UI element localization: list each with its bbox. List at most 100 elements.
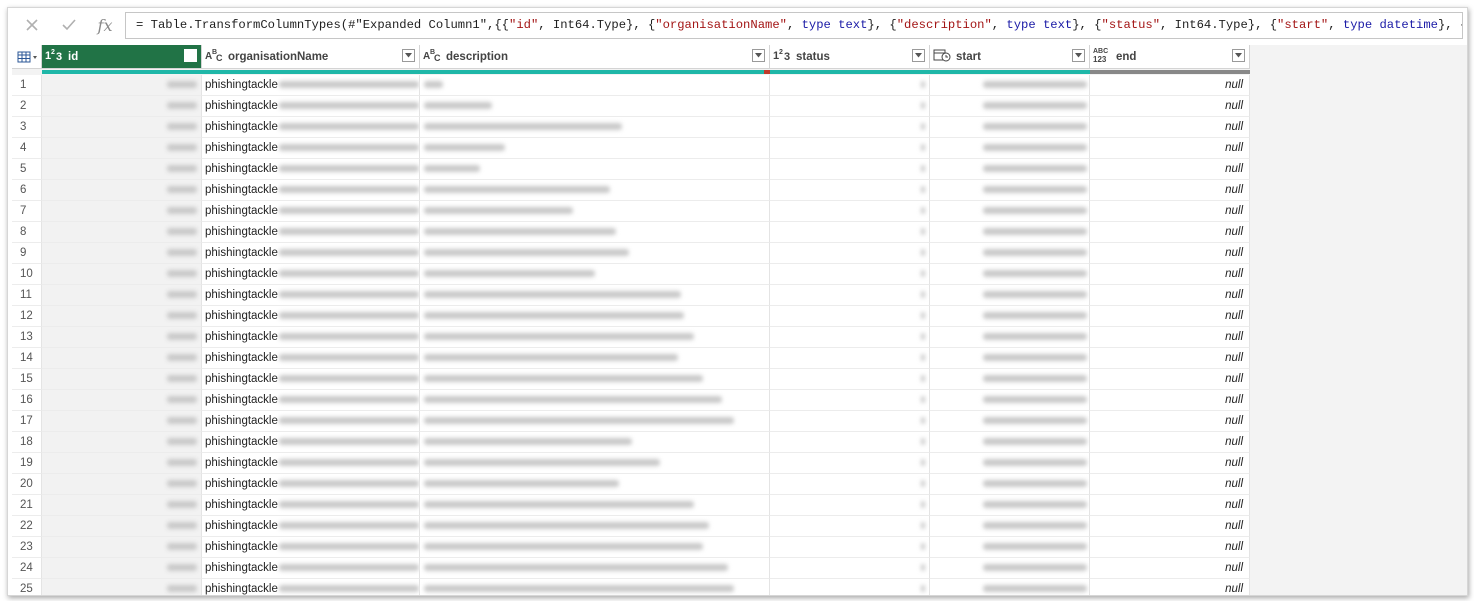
cell-status[interactable]	[770, 96, 930, 117]
cell-end[interactable]: null	[1090, 285, 1250, 306]
cell-status[interactable]	[770, 222, 930, 243]
cell-organisation-name[interactable]: phishingtackle	[202, 369, 420, 390]
cell-status[interactable]	[770, 327, 930, 348]
cell-end[interactable]: null	[1090, 96, 1250, 117]
cell-status[interactable]	[770, 159, 930, 180]
cell-status[interactable]	[770, 516, 930, 537]
cell-id[interactable]	[42, 75, 202, 96]
cell-description[interactable]	[420, 453, 770, 474]
cell-description[interactable]	[420, 222, 770, 243]
cell-organisation-name[interactable]: phishingtackle	[202, 327, 420, 348]
cell-status[interactable]	[770, 201, 930, 222]
cell-organisation-name[interactable]: phishingtackle	[202, 285, 420, 306]
cell-id[interactable]	[42, 579, 202, 595]
cell-id[interactable]	[42, 222, 202, 243]
filter-dropdown-icon[interactable]	[912, 49, 925, 62]
row-number[interactable]: 25	[12, 579, 42, 595]
column-header-id[interactable]: 1 2 3 id	[42, 45, 202, 69]
cell-id[interactable]	[42, 474, 202, 495]
cell-start[interactable]	[930, 327, 1090, 348]
cell-end[interactable]: null	[1090, 159, 1250, 180]
filter-dropdown-icon[interactable]	[402, 49, 415, 62]
cell-end[interactable]: null	[1090, 327, 1250, 348]
cell-start[interactable]	[930, 243, 1090, 264]
cell-organisation-name[interactable]: phishingtackle	[202, 558, 420, 579]
row-number[interactable]: 13	[12, 327, 42, 348]
cell-id[interactable]	[42, 432, 202, 453]
cell-description[interactable]	[420, 411, 770, 432]
cell-end[interactable]: null	[1090, 453, 1250, 474]
cell-id[interactable]	[42, 369, 202, 390]
row-number[interactable]: 24	[12, 558, 42, 579]
cell-id[interactable]	[42, 243, 202, 264]
cell-id[interactable]	[42, 138, 202, 159]
formula-input[interactable]: = Table.TransformColumnTypes(#"Expanded …	[125, 12, 1463, 39]
cell-description[interactable]	[420, 138, 770, 159]
cell-status[interactable]	[770, 285, 930, 306]
cell-description[interactable]	[420, 516, 770, 537]
cell-description[interactable]	[420, 579, 770, 595]
column-type-icon[interactable]: 123	[45, 48, 65, 65]
cell-start[interactable]	[930, 75, 1090, 96]
cell-description[interactable]	[420, 390, 770, 411]
filter-dropdown-icon[interactable]	[752, 49, 765, 62]
cell-start[interactable]	[930, 138, 1090, 159]
cell-end[interactable]: null	[1090, 243, 1250, 264]
cell-organisation-name[interactable]: phishingtackle	[202, 516, 420, 537]
cell-organisation-name[interactable]: phishingtackle	[202, 117, 420, 138]
cell-id[interactable]	[42, 558, 202, 579]
cell-status[interactable]	[770, 537, 930, 558]
cell-status[interactable]	[770, 306, 930, 327]
cell-start[interactable]	[930, 159, 1090, 180]
row-number[interactable]: 6	[12, 180, 42, 201]
cell-organisation-name[interactable]: phishingtackle	[202, 222, 420, 243]
cell-organisation-name[interactable]: phishingtackle	[202, 180, 420, 201]
cell-start[interactable]	[930, 432, 1090, 453]
cell-id[interactable]	[42, 516, 202, 537]
cell-start[interactable]	[930, 537, 1090, 558]
row-number[interactable]: 7	[12, 201, 42, 222]
row-number[interactable]: 11	[12, 285, 42, 306]
cell-end[interactable]: null	[1090, 558, 1250, 579]
row-number[interactable]: 1	[12, 75, 42, 96]
cell-id[interactable]	[42, 264, 202, 285]
column-header-organisationName[interactable]: A B CorganisationName	[202, 45, 420, 69]
row-number[interactable]: 12	[12, 306, 42, 327]
cell-end[interactable]: null	[1090, 180, 1250, 201]
cell-description[interactable]	[420, 159, 770, 180]
cell-start[interactable]	[930, 411, 1090, 432]
cell-end[interactable]: null	[1090, 117, 1250, 138]
cell-description[interactable]	[420, 180, 770, 201]
cell-id[interactable]	[42, 180, 202, 201]
cell-status[interactable]	[770, 348, 930, 369]
cell-id[interactable]	[42, 495, 202, 516]
cell-organisation-name[interactable]: phishingtackle	[202, 96, 420, 117]
cell-organisation-name[interactable]: phishingtackle	[202, 243, 420, 264]
cell-start[interactable]	[930, 222, 1090, 243]
cell-organisation-name[interactable]: phishingtackle	[202, 306, 420, 327]
cell-start[interactable]	[930, 558, 1090, 579]
cell-status[interactable]	[770, 138, 930, 159]
cell-organisation-name[interactable]: phishingtackle	[202, 453, 420, 474]
column-type-icon[interactable]: ABC	[205, 48, 225, 65]
cell-start[interactable]	[930, 474, 1090, 495]
cell-status[interactable]	[770, 264, 930, 285]
cell-end[interactable]: null	[1090, 264, 1250, 285]
cell-start[interactable]	[930, 516, 1090, 537]
cell-status[interactable]	[770, 474, 930, 495]
cell-id[interactable]	[42, 537, 202, 558]
cell-start[interactable]	[930, 348, 1090, 369]
cell-status[interactable]	[770, 432, 930, 453]
cell-end[interactable]: null	[1090, 390, 1250, 411]
cell-organisation-name[interactable]: phishingtackle	[202, 390, 420, 411]
cell-organisation-name[interactable]: phishingtackle	[202, 159, 420, 180]
column-type-icon[interactable]: 123	[773, 48, 793, 65]
cell-end[interactable]: null	[1090, 474, 1250, 495]
cell-id[interactable]	[42, 327, 202, 348]
cell-organisation-name[interactable]: phishingtackle	[202, 495, 420, 516]
cell-id[interactable]	[42, 96, 202, 117]
row-number[interactable]: 18	[12, 432, 42, 453]
cell-organisation-name[interactable]: phishingtackle	[202, 348, 420, 369]
cell-organisation-name[interactable]: phishingtackle	[202, 201, 420, 222]
cell-description[interactable]	[420, 369, 770, 390]
